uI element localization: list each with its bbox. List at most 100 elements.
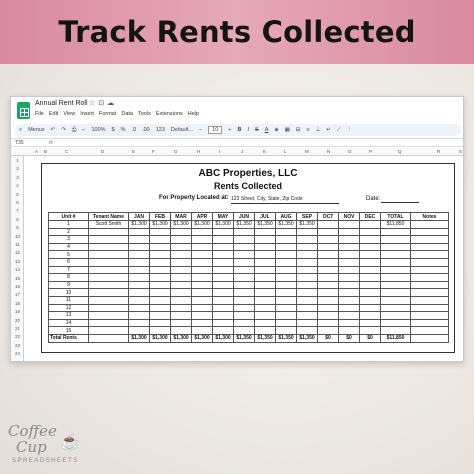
column-header[interactable]: O (348, 149, 352, 154)
table-cell[interactable]: $1,350 (275, 220, 297, 229)
table-cell[interactable] (88, 250, 129, 259)
table-cell[interactable]: $1,350 (296, 220, 318, 229)
table-cell[interactable] (170, 311, 192, 320)
table-cell[interactable] (317, 295, 339, 305)
table-cell[interactable] (233, 257, 255, 267)
table-cell[interactable] (191, 265, 213, 275)
table-cell[interactable] (254, 326, 276, 335)
table-cell[interactable] (338, 220, 360, 229)
table-cell[interactable] (233, 295, 255, 305)
table-cell[interactable] (128, 227, 150, 237)
table-cell[interactable] (275, 227, 297, 237)
folder-icon[interactable]: ⊡ (98, 100, 104, 107)
table-cell[interactable] (212, 257, 234, 267)
row-header[interactable]: 21 (11, 326, 24, 331)
table-cell[interactable] (296, 250, 318, 259)
strikethrough-button[interactable]: S (255, 127, 259, 133)
borders-icon[interactable]: ▦ (285, 127, 290, 133)
table-cell[interactable]: 9 (48, 280, 89, 290)
zoom-select[interactable]: 100% (91, 127, 105, 133)
table-cell[interactable] (128, 235, 150, 244)
table-cell[interactable] (410, 280, 449, 290)
table-cell[interactable]: 8 (48, 273, 89, 282)
table-cell[interactable] (410, 250, 449, 259)
table-cell[interactable] (275, 288, 297, 297)
table-cell[interactable] (170, 318, 192, 328)
table-cell[interactable]: 4 (48, 242, 89, 252)
total-cell[interactable] (88, 333, 129, 343)
table-cell[interactable] (212, 326, 234, 335)
table-cell[interactable] (170, 273, 192, 282)
column-header[interactable]: D (101, 149, 104, 154)
menus-button[interactable]: Menus (28, 127, 45, 133)
table-cell[interactable] (338, 257, 360, 267)
decrease-decimal-button[interactable]: .0 (131, 127, 136, 133)
table-cell[interactable] (170, 288, 192, 297)
table-cell[interactable] (254, 273, 276, 282)
column-header[interactable]: L (284, 149, 287, 154)
table-cell[interactable] (317, 242, 339, 252)
table-cell[interactable] (88, 303, 129, 313)
table-cell[interactable] (149, 288, 171, 297)
star-icon[interactable]: ☆ (89, 100, 95, 107)
total-cell[interactable]: $11,850 (380, 333, 411, 343)
table-cell[interactable] (410, 326, 449, 335)
table-cell[interactable] (317, 265, 339, 275)
menu-format[interactable]: Format (99, 111, 116, 117)
table-cell[interactable] (296, 326, 318, 335)
table-cell[interactable] (128, 257, 150, 267)
merge-icon[interactable]: ⊟ (296, 127, 301, 133)
table-cell[interactable] (380, 250, 411, 259)
table-cell[interactable] (275, 318, 297, 328)
print-icon[interactable]: ⎙ (72, 127, 76, 134)
menu-help[interactable]: Help (188, 111, 199, 117)
table-cell[interactable] (359, 250, 381, 259)
table-cell[interactable] (359, 303, 381, 313)
menu-data[interactable]: Data (121, 111, 133, 117)
table-cell[interactable] (149, 227, 171, 237)
table-cell[interactable] (296, 265, 318, 275)
table-cell[interactable] (149, 280, 171, 290)
table-cell[interactable] (233, 273, 255, 282)
table-cell[interactable] (296, 318, 318, 328)
table-cell[interactable] (359, 242, 381, 252)
paint-format-icon[interactable]: ⌐ (82, 127, 85, 133)
table-cell[interactable] (88, 242, 129, 252)
table-cell[interactable] (410, 235, 449, 244)
table-cell[interactable] (359, 235, 381, 244)
table-cell[interactable] (410, 318, 449, 328)
table-cell[interactable] (170, 250, 192, 259)
row-header[interactable]: 9 (11, 225, 24, 230)
table-cell[interactable] (191, 326, 213, 335)
cell-reference[interactable]: T35 (15, 140, 24, 146)
table-cell[interactable] (359, 311, 381, 320)
table-cell[interactable] (380, 257, 411, 267)
table-cell[interactable] (170, 227, 192, 237)
menu-edit[interactable]: Edit (49, 111, 58, 117)
table-cell[interactable] (380, 273, 411, 282)
table-cell[interactable] (191, 250, 213, 259)
table-cell[interactable] (359, 288, 381, 297)
table-cell[interactable] (191, 318, 213, 328)
more-formats-button[interactable]: 123 (156, 127, 165, 133)
table-cell[interactable] (380, 227, 411, 237)
table-cell[interactable] (128, 280, 150, 290)
table-cell[interactable] (317, 303, 339, 313)
table-cell[interactable] (170, 280, 192, 290)
row-header[interactable]: 5 (11, 192, 24, 197)
row-header[interactable]: 15 (11, 276, 24, 281)
table-cell[interactable] (254, 303, 276, 313)
table-cell[interactable] (233, 288, 255, 297)
table-cell[interactable] (88, 280, 129, 290)
row-header[interactable]: 10 (11, 234, 24, 239)
percent-button[interactable]: % (121, 127, 126, 133)
table-cell[interactable] (317, 220, 339, 229)
table-cell[interactable] (254, 295, 276, 305)
table-cell[interactable] (212, 303, 234, 313)
table-cell[interactable] (317, 250, 339, 259)
undo-icon[interactable]: ↶ (51, 127, 56, 133)
table-cell[interactable] (128, 311, 150, 320)
column-header[interactable]: S (459, 149, 462, 154)
table-cell[interactable] (128, 288, 150, 297)
font-size-input[interactable]: 10 (208, 126, 223, 134)
